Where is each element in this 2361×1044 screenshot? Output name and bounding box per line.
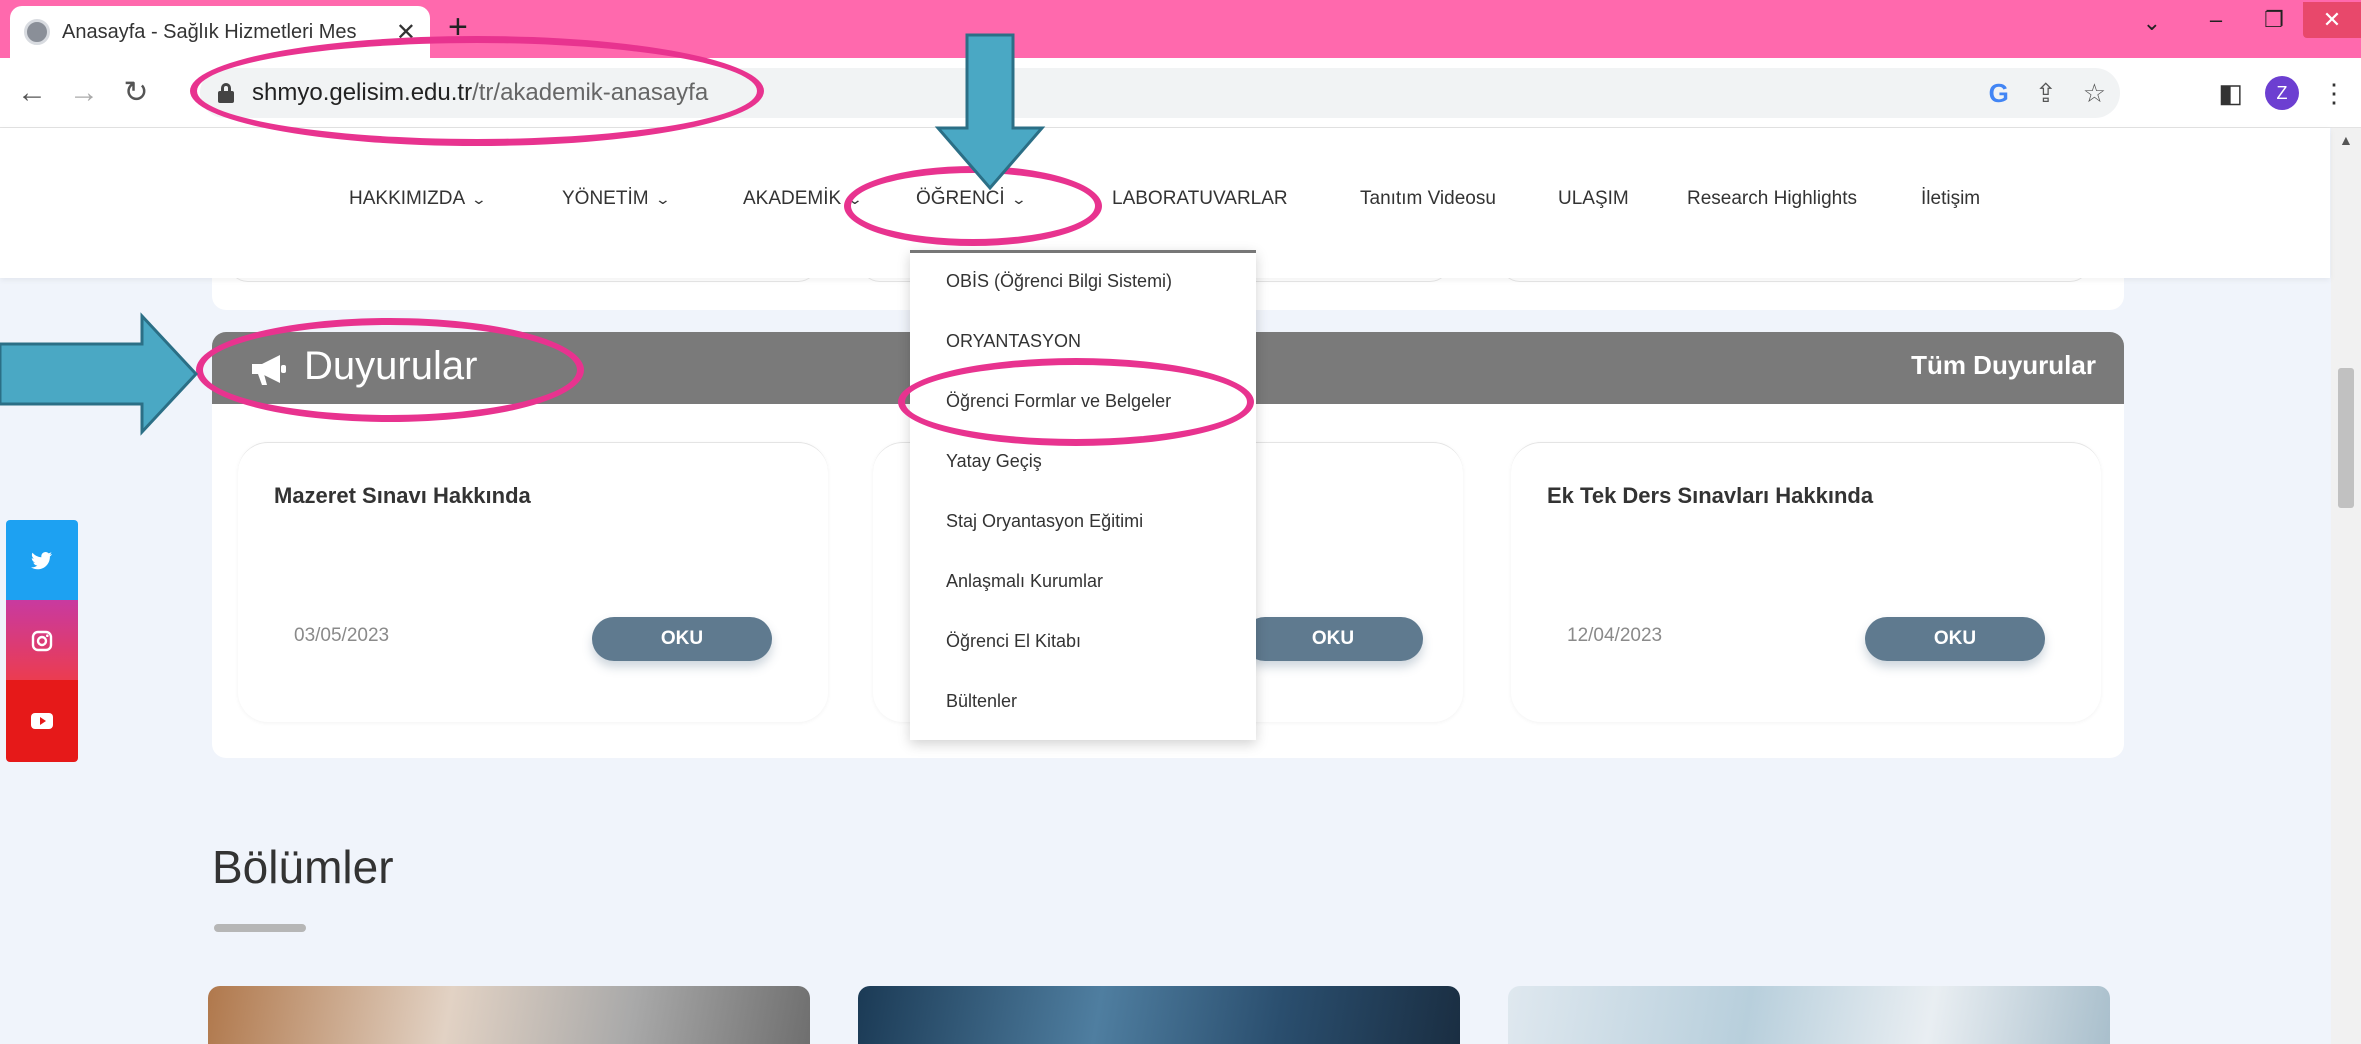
url-path: /tr/akademik-anasayfa bbox=[472, 79, 709, 106]
megaphone-icon bbox=[252, 355, 286, 385]
nav-item-laboratuvarlar[interactable]: LABORATUVARLAR bbox=[1112, 188, 1288, 210]
nav-item-yonetim[interactable]: YÖNETİM ⌄ bbox=[562, 188, 671, 210]
restore-button[interactable]: ❐ bbox=[2245, 7, 2303, 33]
google-translate-icon[interactable]: G bbox=[1989, 78, 2009, 109]
nav-item-iletisim[interactable]: İletişim bbox=[1921, 188, 1980, 210]
scroll-up-icon[interactable]: ▲ bbox=[2339, 132, 2353, 148]
nav-item-ogrenci[interactable]: ÖĞRENCİ ⌄ bbox=[916, 188, 1027, 210]
bookmark-star-icon[interactable]: ☆ bbox=[2083, 78, 2106, 109]
announcements-title: Duyurular bbox=[304, 344, 478, 388]
minimize-button[interactable]: – bbox=[2187, 7, 2245, 33]
menu-item-obis[interactable]: OBİS (Öğrenci Bilgi Sistemi) bbox=[946, 271, 1172, 292]
menu-item-staj-oryantasyon[interactable]: Staj Oryantasyon Eğitimi bbox=[946, 511, 1143, 532]
department-card-image[interactable] bbox=[208, 986, 810, 1044]
reload-icon[interactable]: ↻ bbox=[116, 75, 156, 110]
twitter-bird-icon bbox=[31, 552, 52, 570]
side-panel-icon[interactable]: ◧ bbox=[2218, 78, 2243, 109]
announcement-title[interactable]: Mazeret Sınavı Hakkında bbox=[274, 483, 531, 509]
menu-item-bultenler[interactable]: Bültenler bbox=[946, 691, 1017, 712]
read-button[interactable]: OKU bbox=[1865, 617, 2045, 661]
nav-item-hakkimizda[interactable]: HAKKIMIZDA ⌄ bbox=[349, 188, 488, 210]
ogrenci-dropdown-menu: OBİS (Öğrenci Bilgi Sistemi) ORYANTASYON… bbox=[910, 250, 1256, 740]
read-button[interactable]: OKU bbox=[1243, 617, 1423, 661]
chevron-down-icon: ⌄ bbox=[846, 191, 864, 207]
chevron-down-icon: ⌄ bbox=[654, 191, 671, 207]
department-card-image[interactable] bbox=[1508, 986, 2110, 1044]
chevron-down-icon: ⌄ bbox=[1010, 191, 1027, 207]
nav-item-ulasim[interactable]: ULAŞIM bbox=[1558, 188, 1629, 210]
youtube-play-icon bbox=[31, 713, 53, 729]
url-host: shmyo.gelisim.edu.tr bbox=[252, 79, 473, 106]
scroll-thumb[interactable] bbox=[2338, 368, 2354, 508]
nav-item-tanitim-videosu[interactable]: Tanıtım Videosu bbox=[1360, 188, 1496, 210]
browser-toolbar: ← → ↻ shmyo.gelisim.edu.tr/tr/akademik-a… bbox=[0, 58, 2361, 128]
window-controls: – ❐ ✕ bbox=[2187, 0, 2361, 40]
share-icon[interactable]: ⇪ bbox=[2035, 78, 2057, 109]
all-announcements-link[interactable]: Tüm Duyurular bbox=[1911, 350, 2096, 381]
browser-tab-bar: Anasayfa - Sağlık Hizmetleri Mes ✕ + ⌄ –… bbox=[0, 0, 2361, 58]
departments-title: Bölümler bbox=[212, 841, 394, 893]
announcement-date: 03/05/2023 bbox=[294, 625, 390, 646]
nav-item-akademik[interactable]: AKADEMİK ⌄ bbox=[743, 188, 864, 210]
read-button[interactable]: OKU bbox=[592, 617, 772, 661]
menu-item-anlasmali-kurumlar[interactable]: Anlaşmalı Kurumlar bbox=[946, 571, 1103, 592]
twitter-icon[interactable] bbox=[6, 520, 78, 602]
close-window-button[interactable]: ✕ bbox=[2303, 2, 2361, 38]
forward-icon[interactable]: → bbox=[64, 76, 104, 110]
right-arrow-icon bbox=[0, 312, 199, 436]
browser-tab[interactable]: Anasayfa - Sağlık Hizmetleri Mes ✕ bbox=[10, 6, 430, 58]
announcement-card: Ek Tek Ders Sınavları Hakkında 12/04/202… bbox=[1511, 442, 2101, 722]
browser-extensions: ◧ Z ⋮ bbox=[2218, 68, 2347, 118]
menu-item-yatay-gecis[interactable]: Yatay Geçiş bbox=[946, 451, 1042, 472]
lock-icon[interactable] bbox=[218, 83, 234, 103]
profile-avatar[interactable]: Z bbox=[2265, 76, 2299, 110]
instagram-icon[interactable] bbox=[6, 600, 78, 682]
announcement-card: Mazeret Sınavı Hakkında 03/05/2023 OKU bbox=[238, 442, 828, 722]
tab-title: Anasayfa - Sağlık Hizmetleri Mes bbox=[62, 20, 357, 43]
tab-close-icon[interactable]: ✕ bbox=[396, 18, 416, 47]
instagram-glyph-icon bbox=[31, 630, 53, 652]
menu-item-ogrenci-formlar[interactable]: Öğrenci Formlar ve Belgeler bbox=[946, 391, 1171, 412]
address-bar[interactable]: shmyo.gelisim.edu.tr/tr/akademik-anasayf… bbox=[200, 68, 2120, 118]
nav-item-research-highlights[interactable]: Research Highlights bbox=[1687, 188, 1857, 210]
new-tab-button[interactable]: + bbox=[448, 8, 468, 47]
youtube-icon[interactable] bbox=[6, 680, 78, 762]
announcement-title[interactable]: Ek Tek Ders Sınavları Hakkında bbox=[1547, 483, 1873, 509]
menu-item-oryantasyon[interactable]: ORYANTASYON bbox=[946, 331, 1081, 352]
omnibox-actions: G ⇪ ☆ bbox=[1989, 68, 2106, 118]
menu-item-el-kitabi[interactable]: Öğrenci El Kitabı bbox=[946, 631, 1081, 652]
tab-search-chevron-icon[interactable]: ⌄ bbox=[2143, 10, 2161, 36]
back-icon[interactable]: ← bbox=[12, 76, 52, 110]
chevron-down-icon: ⌄ bbox=[470, 191, 488, 207]
page-scrollbar[interactable]: ▲ bbox=[2331, 128, 2361, 1044]
department-card-image[interactable] bbox=[858, 986, 1460, 1044]
title-underline bbox=[214, 924, 306, 932]
announcement-date: 12/04/2023 bbox=[1567, 625, 1663, 646]
menu-kebab-icon[interactable]: ⋮ bbox=[2321, 78, 2347, 109]
favicon-icon bbox=[24, 19, 50, 45]
